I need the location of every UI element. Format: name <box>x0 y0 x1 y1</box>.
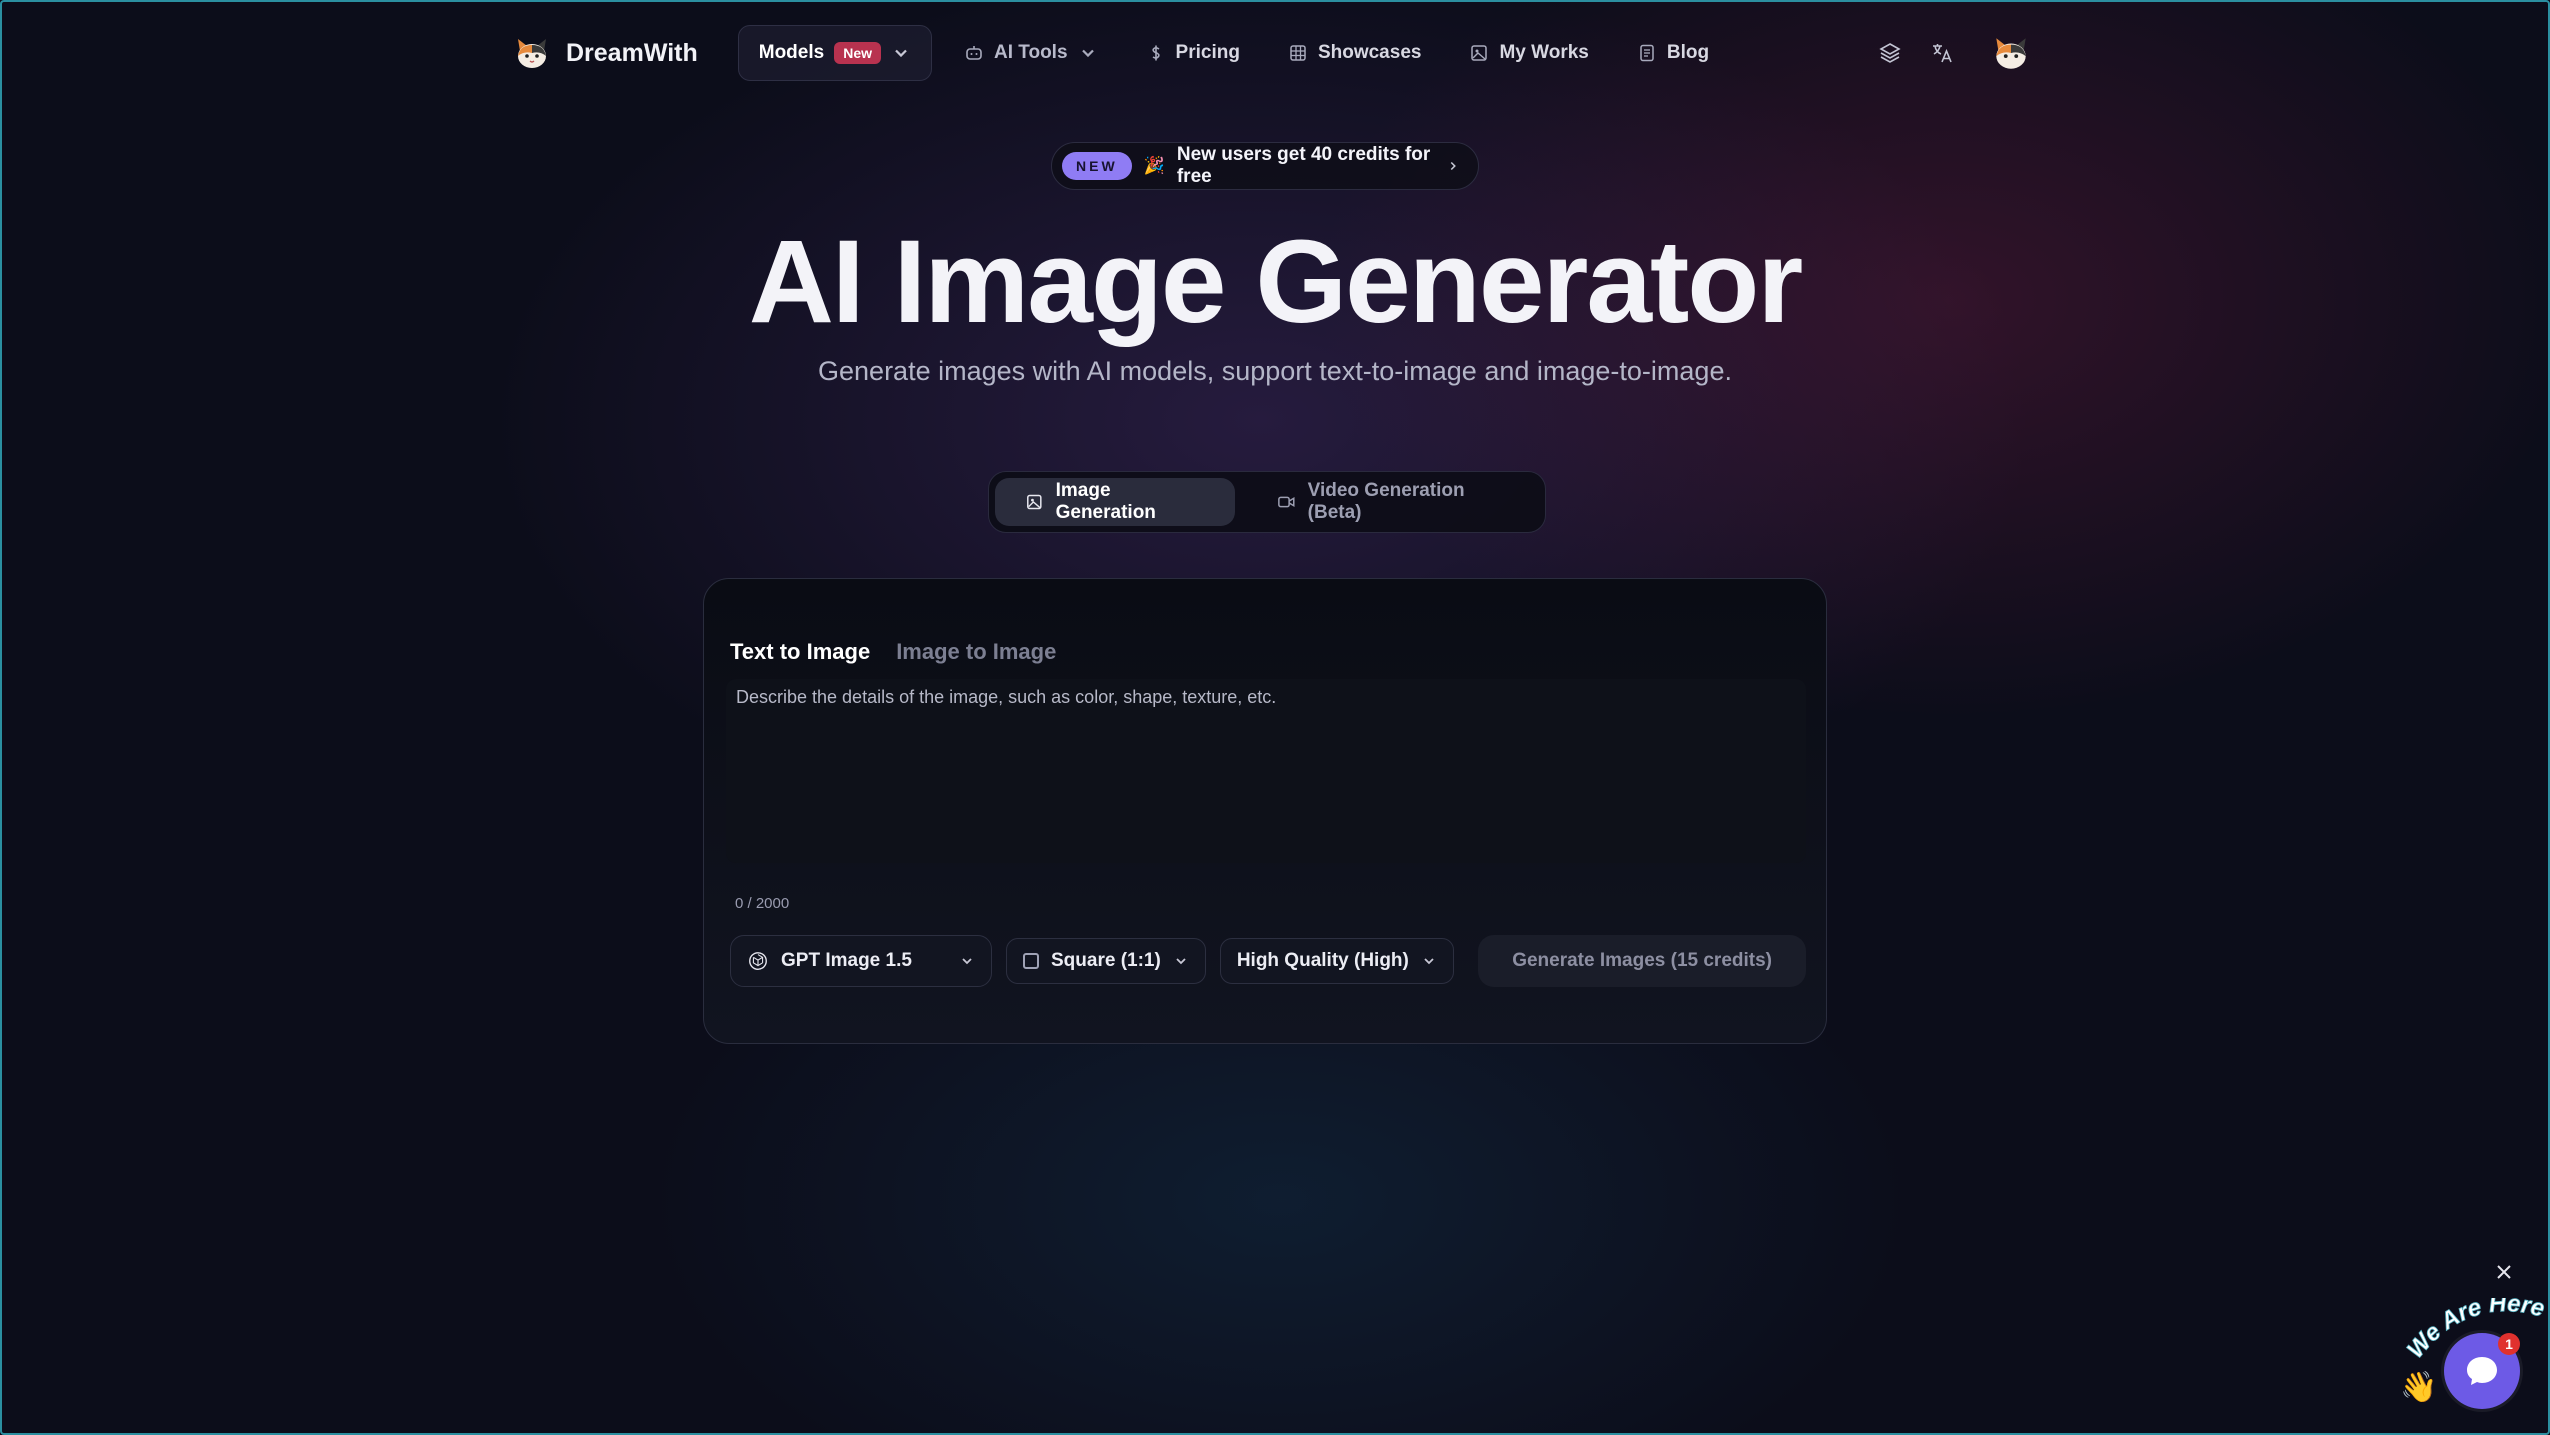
ai-tools-menu[interactable]: AI Tools <box>940 25 1122 81</box>
tab-image-generation[interactable]: Image Generation <box>995 478 1235 526</box>
chat-icon <box>2467 1357 2497 1385</box>
ai-tools-label: AI Tools <box>994 42 1068 63</box>
pricing-link[interactable]: Pricing <box>1122 25 1264 81</box>
translate-icon[interactable] <box>1930 41 1954 65</box>
model-select-value: GPT Image 1.5 <box>781 950 912 971</box>
prompt-input[interactable] <box>726 679 1806 863</box>
chevron-down-icon <box>895 49 907 58</box>
blog-label: Blog <box>1666 42 1710 63</box>
new-badge: New <box>834 42 881 64</box>
nav-actions <box>1878 32 2032 74</box>
generator-tabs: Text to Image Image to Image <box>730 639 1056 665</box>
aspect-ratio-value: Square (1:1) <box>1051 950 1161 971</box>
aspect-ratio-select[interactable]: Square (1:1) <box>1006 938 1206 984</box>
brand-name: DreamWith <box>566 38 698 67</box>
generator-card: Text to Image Image to Image 0 / 2000 GP… <box>703 578 1827 1044</box>
quality-select[interactable]: High Quality (High) <box>1219 938 1454 984</box>
character-counter: 0 / 2000 <box>735 895 790 912</box>
tab-video-generation-label: Video Generation (Beta) <box>1307 480 1465 523</box>
unread-badge: 1 <box>2498 1333 2520 1355</box>
page-subtitle: Generate images with AI models, support … <box>818 356 1732 386</box>
top-nav: DreamWith Models New AI Tools Pricing Sh… <box>512 22 2032 84</box>
tab-text-to-image[interactable]: Text to Image <box>730 639 870 665</box>
promo-text: New users get 40 credits for free <box>1176 144 1431 187</box>
avatar[interactable] <box>1990 32 2032 74</box>
image-icon <box>1027 494 1042 510</box>
document-icon <box>1640 44 1654 62</box>
tab-image-to-image[interactable]: Image to Image <box>896 639 1056 665</box>
robot-icon <box>966 46 982 60</box>
waving-hand-icon: 👋 <box>2400 1371 2438 1404</box>
grid-icon <box>1290 45 1306 61</box>
models-menu-button[interactable]: Models New <box>737 25 932 81</box>
generation-mode-toggle: Image Generation Video Generation (Beta) <box>988 471 1546 533</box>
page-title: AI Image Generator <box>748 216 1804 348</box>
generator-controls: GPT Image 1.5 Square (1:1) High Quality … <box>730 935 1806 987</box>
chevron-right-icon <box>1450 161 1456 171</box>
showcases-label: Showcases <box>1317 42 1422 63</box>
image-icon <box>1471 45 1488 61</box>
model-select[interactable]: GPT Image 1.5 <box>730 935 992 987</box>
chevron-down-icon <box>1176 958 1186 965</box>
promo-banner[interactable]: NEW 🎉 New users get 40 credits for free <box>1051 142 1479 190</box>
video-icon <box>1278 496 1295 508</box>
blog-link[interactable]: Blog <box>1613 25 1733 81</box>
tab-video-generation[interactable]: Video Generation (Beta) <box>1247 478 1539 526</box>
showcases-link[interactable]: Showcases <box>1264 25 1446 81</box>
cat-logo-icon <box>518 39 546 68</box>
layers-icon[interactable] <box>1878 41 1902 65</box>
my-works-label: My Works <box>1499 42 1589 63</box>
my-works-link[interactable]: My Works <box>1445 25 1612 81</box>
square-icon <box>1023 953 1039 969</box>
close-icon[interactable] <box>2494 1262 2514 1282</box>
chat-widget[interactable]: We Are Here! 👋 1 <box>2390 1290 2548 1420</box>
party-icon: 🎉 <box>1143 156 1165 175</box>
tab-image-generation-label: Image Generation <box>1055 480 1156 523</box>
models-label: Models <box>758 42 825 63</box>
generate-images-button[interactable]: Generate Images (15 credits) <box>1478 935 1806 987</box>
quality-value: High Quality (High) <box>1236 950 1409 971</box>
promo-new-tag: NEW <box>1062 152 1132 180</box>
chevron-down-icon <box>1081 49 1094 58</box>
dollar-icon <box>1151 45 1160 61</box>
chevron-down-icon <box>1424 958 1434 965</box>
brand-logo[interactable]: DreamWith <box>512 33 698 73</box>
chevron-down-icon <box>962 958 972 965</box>
pricing-label: Pricing <box>1175 42 1240 63</box>
openai-icon <box>749 952 767 970</box>
